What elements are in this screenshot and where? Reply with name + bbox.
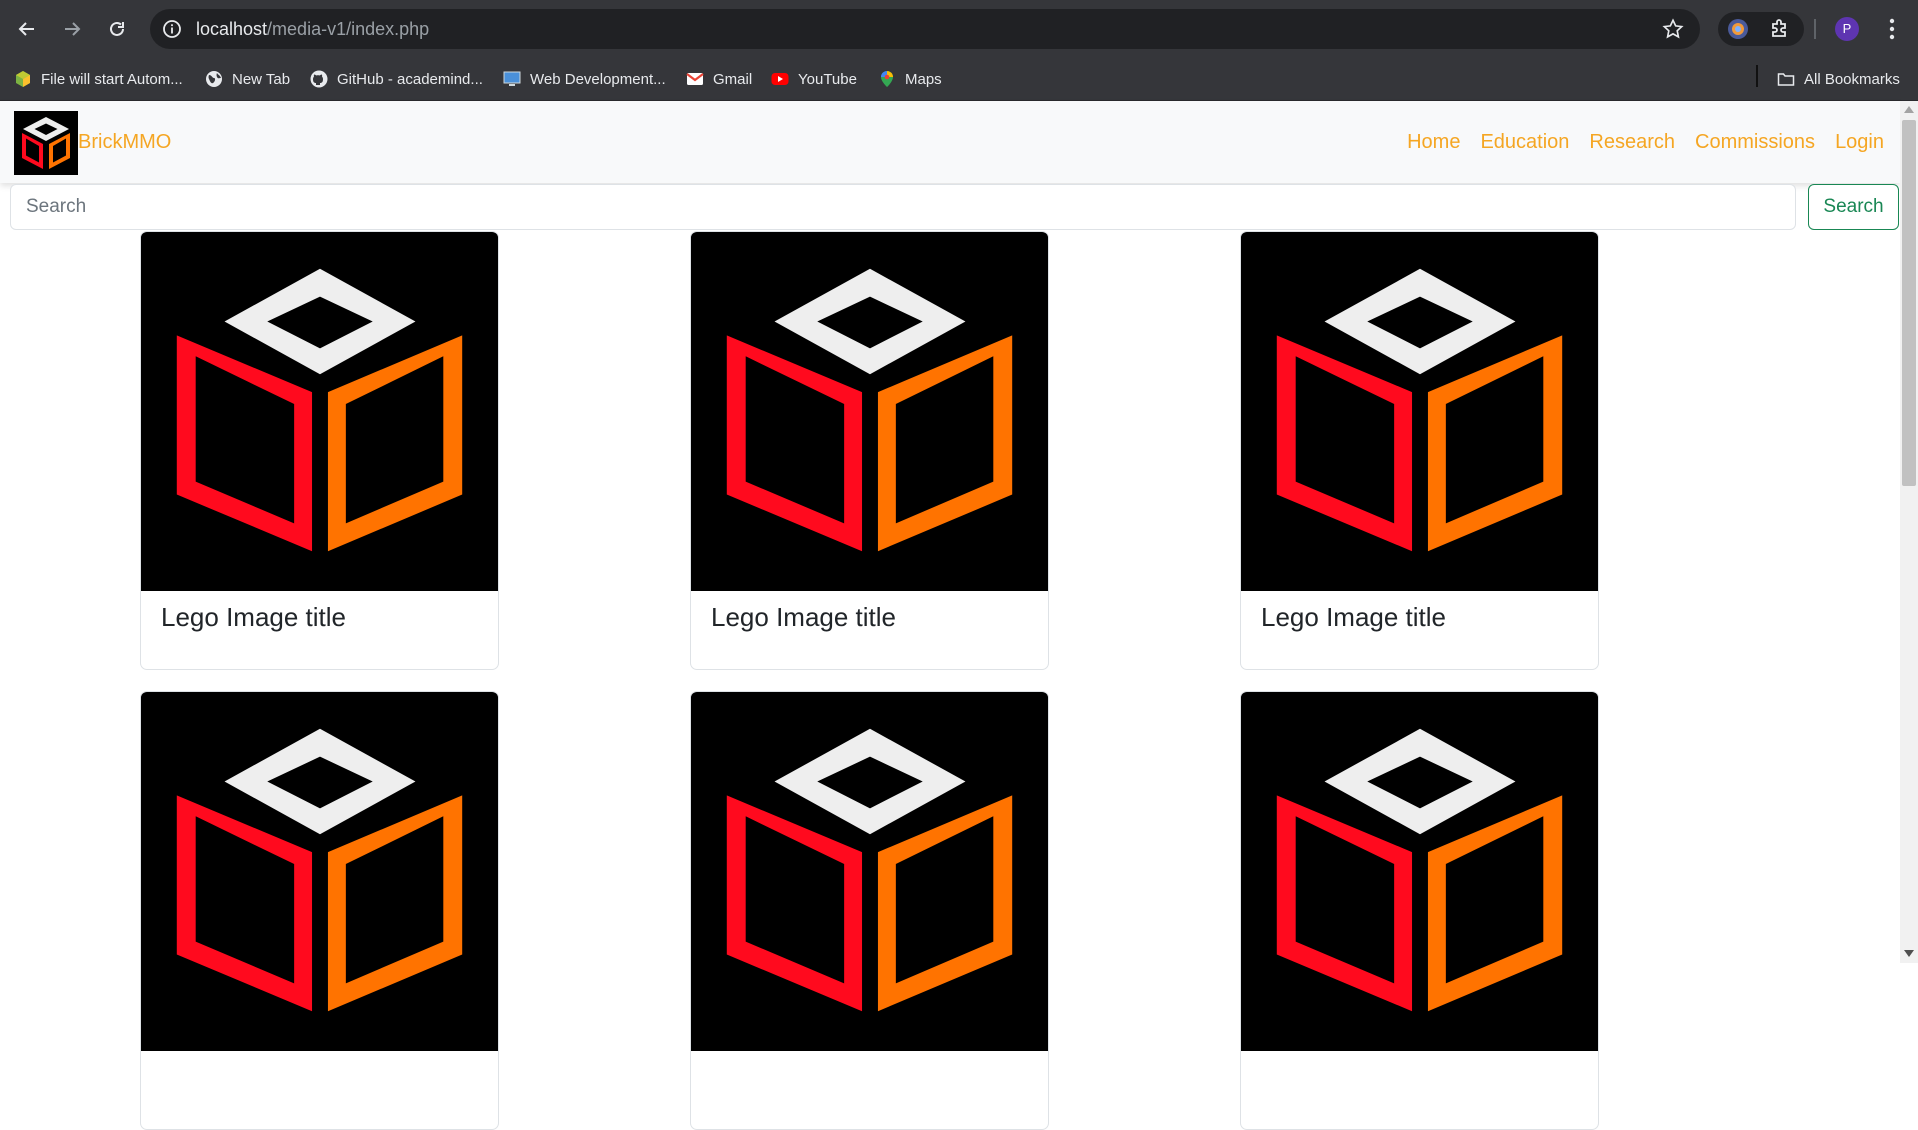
brand-link[interactable]: BrickMMO <box>78 101 171 183</box>
nav-link-education[interactable]: Education <box>1480 131 1569 154</box>
nav-links: Home Education Research Commissions Logi… <box>1387 101 1884 183</box>
bookmark-label: Gmail <box>713 70 753 88</box>
bookmark-item[interactable]: Web Development... <box>503 58 666 100</box>
gmail-icon <box>686 73 704 85</box>
nav-link-home[interactable]: Home <box>1407 131 1460 154</box>
reload-icon <box>110 21 124 36</box>
toolbar-divider <box>1814 19 1816 39</box>
media-card[interactable]: Lego Image title <box>690 231 1049 670</box>
bookmark-label: GitHub - academind... <box>337 70 483 88</box>
address-bar[interactable]: localhost/media-v1/index.php <box>150 9 1700 49</box>
browser-menu-icon[interactable] <box>1884 16 1900 42</box>
reload-button[interactable] <box>100 12 134 46</box>
url-host: localhost <box>196 19 268 39</box>
brickmmo-logo[interactable] <box>14 111 78 175</box>
bookmark-item[interactable]: File will start Autom... <box>14 58 183 100</box>
bookmark-item[interactable]: New Tab <box>205 58 290 100</box>
search-button[interactable]: Search <box>1808 184 1899 230</box>
forward-arrow-icon <box>65 22 81 36</box>
bookmark-label: File will start Autom... <box>41 70 183 88</box>
bookmark-label: New Tab <box>232 70 291 88</box>
lego-cube-image <box>1241 692 1598 1051</box>
url-path: /media-v1/index.php <box>267 19 430 39</box>
nav-link-login[interactable]: Login <box>1835 131 1884 154</box>
globe-icon <box>206 71 222 87</box>
extensions-area <box>1718 12 1804 46</box>
search-input[interactable] <box>10 184 1796 230</box>
site-info-icon[interactable] <box>162 19 182 39</box>
extension-icon[interactable] <box>1726 17 1750 41</box>
scrollbar-thumb[interactable] <box>1902 120 1916 486</box>
scroll-up-arrow-icon[interactable] <box>1904 106 1914 113</box>
media-card[interactable] <box>140 691 499 1130</box>
site-navbar: BrickMMO Home Education Research Commiss… <box>0 101 1900 183</box>
all-bookmarks-button[interactable]: All Bookmarks <box>1777 58 1900 100</box>
back-arrow-icon <box>18 22 34 36</box>
media-card[interactable] <box>1240 691 1599 1130</box>
nav-link-commissions[interactable]: Commissions <box>1695 131 1815 154</box>
lego-cube-image <box>141 692 498 1051</box>
monitor-icon <box>503 71 521 86</box>
lego-cube-image <box>141 232 498 591</box>
bookmark-star-icon[interactable] <box>1662 18 1684 40</box>
bookmark-item[interactable]: Gmail <box>686 58 752 100</box>
card-title: Lego Image title <box>711 602 897 632</box>
bookmark-item[interactable]: GitHub - academind... <box>310 58 483 100</box>
media-card[interactable]: Lego Image title <box>1240 231 1599 670</box>
lego-cube-image <box>691 232 1048 591</box>
bookmark-label: Web Development... <box>530 70 666 88</box>
bookmarks-bar: File will start Autom... New Tab GitHub … <box>0 58 1918 101</box>
card-title: Lego Image title <box>161 602 347 632</box>
card-title: Lego Image title <box>1261 602 1447 632</box>
youtube-icon <box>771 73 789 85</box>
media-card[interactable]: Lego Image title <box>140 231 499 670</box>
bookmark-label: Maps <box>905 70 942 88</box>
lego-cube-image <box>691 692 1048 1051</box>
all-bookmarks-label: All Bookmarks <box>1804 70 1900 88</box>
url-text[interactable]: localhost/media-v1/index.php <box>196 9 429 49</box>
forward-button[interactable] <box>55 12 89 46</box>
bookmark-label: YouTube <box>798 70 857 88</box>
nav-link-research[interactable]: Research <box>1589 131 1675 154</box>
back-button[interactable] <box>10 12 44 46</box>
github-icon <box>310 70 328 88</box>
profile-avatar[interactable]: P <box>1835 17 1859 41</box>
browser-toolbar: localhost/media-v1/index.php P <box>0 0 1918 58</box>
bookmarks-divider <box>1756 65 1758 87</box>
folder-icon <box>1777 73 1795 86</box>
scroll-down-arrow-icon[interactable] <box>1904 950 1914 957</box>
cube-icon <box>16 71 30 87</box>
lego-cube-image <box>1241 232 1598 591</box>
media-card[interactable] <box>690 691 1049 1130</box>
puzzle-icon[interactable] <box>1768 17 1792 41</box>
bookmark-item[interactable]: Maps <box>878 58 942 100</box>
bookmark-item[interactable]: YouTube <box>771 58 857 100</box>
maps-pin-icon <box>881 71 893 87</box>
